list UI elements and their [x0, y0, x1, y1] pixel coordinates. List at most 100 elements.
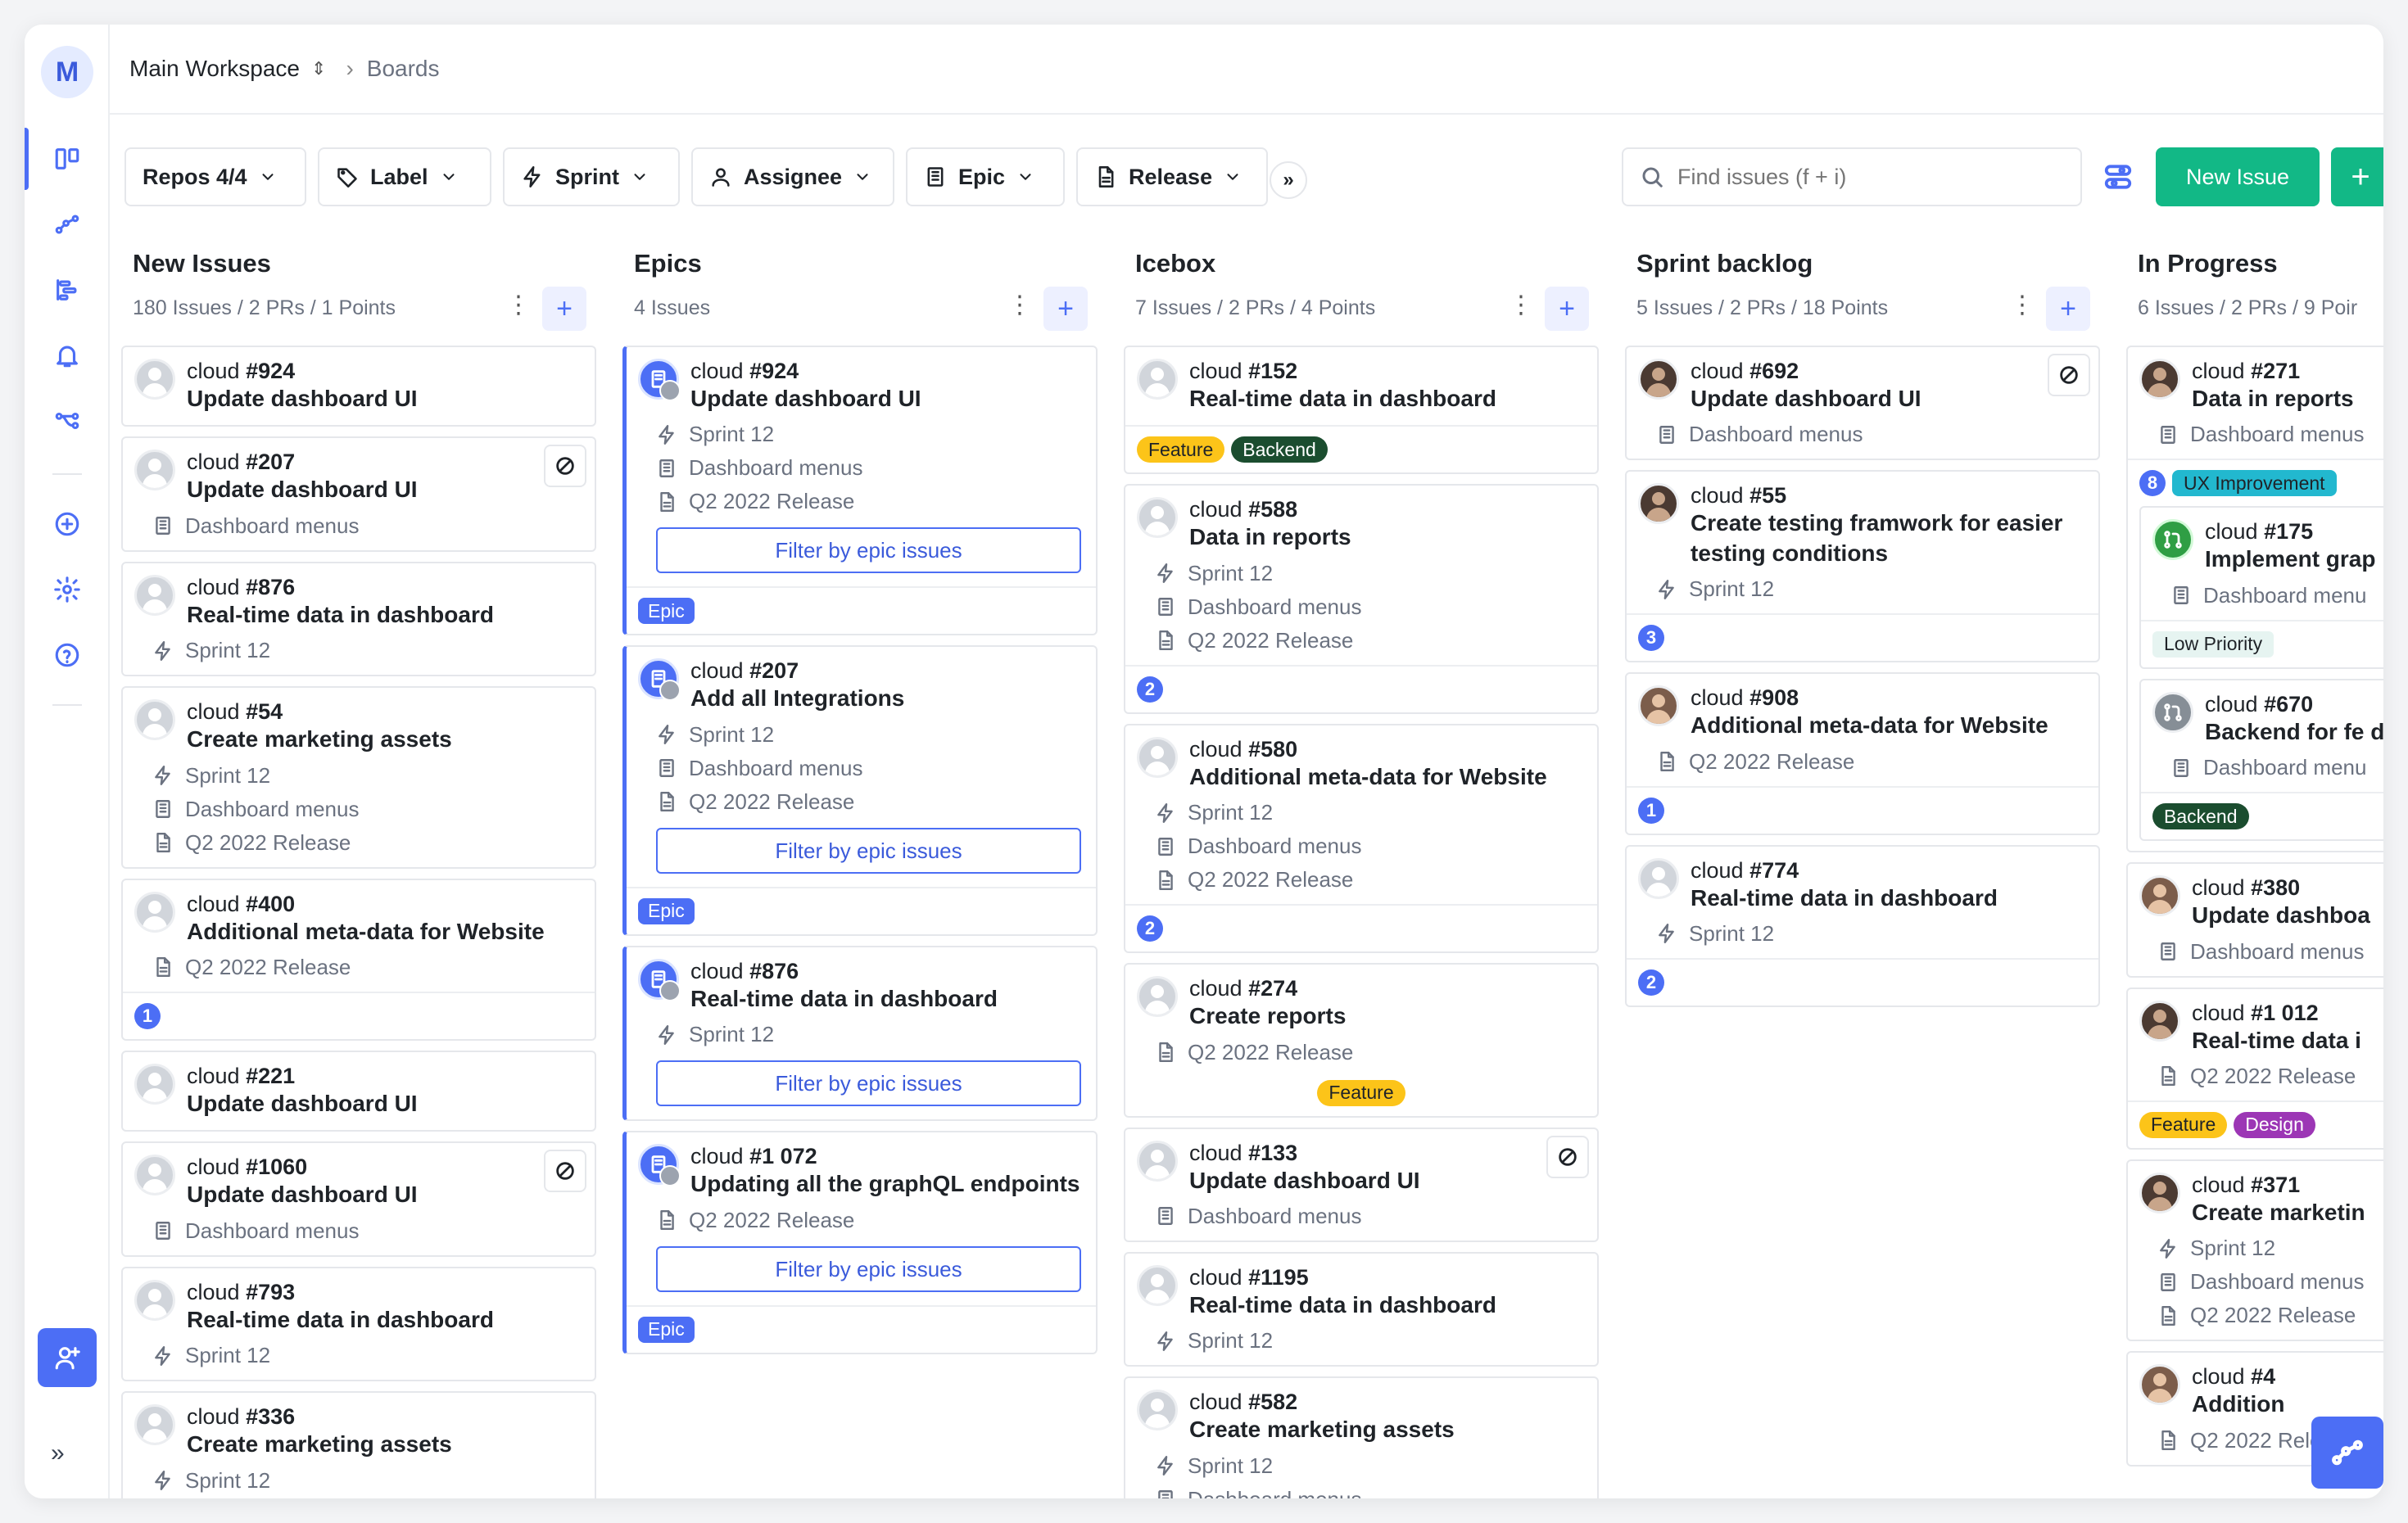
sub-issue-count-badge[interactable]: 1 — [1638, 797, 1664, 824]
card-sprint[interactable]: Sprint 12 — [656, 722, 1081, 748]
card-id[interactable]: cloud #908 — [1691, 685, 2084, 711]
card-id[interactable]: cloud #670 — [2205, 692, 2383, 717]
issue-card[interactable]: cloud #380 Update dashboa Dashboard menus — [2126, 862, 2383, 978]
issue-card[interactable]: cloud #133 Update dashboard UI Dashboard m… — [1124, 1127, 1599, 1242]
sub-issue-count-badge[interactable]: 2 — [1137, 676, 1163, 703]
card-epic[interactable]: Dashboard menus — [1155, 834, 1582, 859]
card-id[interactable]: cloud #1 072 — [690, 1144, 1081, 1169]
card-epic[interactable]: Dashboard menus — [2157, 422, 2383, 447]
sprint-filter-button[interactable]: Sprint — [503, 147, 680, 206]
search-box[interactable] — [1622, 147, 2082, 206]
card-id[interactable]: cloud #274 — [1189, 976, 1582, 1001]
repos-filter-button[interactable]: Repos 4/4 — [124, 147, 306, 206]
issue-card[interactable]: cloud #1060 Update dashboard UI Dashboard … — [121, 1141, 596, 1257]
card-epic[interactable]: Dashboard menus — [152, 513, 580, 539]
label-tag[interactable]: Design — [2234, 1111, 2315, 1138]
card-release[interactable]: Q2 2022 Release — [2157, 1303, 2383, 1328]
sub-issue-count-badge[interactable]: 8 — [2139, 470, 2166, 497]
workspace-switch-icon[interactable]: ⇕ — [311, 58, 326, 79]
gear-icon[interactable] — [43, 565, 92, 614]
add-circle-icon[interactable] — [43, 499, 92, 549]
label-tag[interactable]: Low Priority — [2152, 630, 2274, 658]
card-id[interactable]: cloud #692 — [1691, 359, 2084, 384]
card-id[interactable]: cloud #774 — [1691, 858, 2084, 884]
view-settings-icon[interactable] — [2097, 156, 2139, 198]
card-sprint[interactable]: Sprint 12 — [1656, 921, 2084, 947]
card-release[interactable]: Q2 2022 Release — [1155, 867, 1582, 893]
sub-issue-count-badge[interactable]: 3 — [1638, 625, 1664, 652]
nested-issue-card[interactable]: cloud #670Backend for fe data Dashboard m… — [2139, 678, 2383, 842]
more-filters-button[interactable]: » — [1270, 161, 1307, 199]
card-sprint[interactable]: Sprint 12 — [656, 1022, 1081, 1047]
card-id[interactable]: cloud #336 — [187, 1404, 580, 1430]
column-add-button[interactable]: + — [1043, 287, 1088, 331]
label-tag[interactable]: Feature — [1317, 1079, 1405, 1106]
card-id[interactable]: cloud #207 — [690, 658, 1081, 684]
sub-issue-count-badge[interactable]: 1 — [134, 1002, 161, 1029]
column-add-button[interactable]: + — [2046, 287, 2090, 331]
card-release[interactable]: Q2 2022 Release — [1656, 749, 2084, 775]
card-sprint[interactable]: Sprint 12 — [2157, 1236, 2383, 1261]
card-id[interactable]: cloud #876 — [690, 959, 1081, 984]
card-release[interactable]: Q2 2022 Release — [656, 1208, 1081, 1233]
card-id[interactable]: cloud #133 — [1189, 1141, 1582, 1166]
card-epic[interactable]: Dashboard menus — [2157, 1269, 2383, 1295]
card-id[interactable]: cloud #4 — [2192, 1364, 2383, 1390]
filter-by-epic-button[interactable]: Filter by epic issues — [656, 527, 1081, 574]
label-tag[interactable]: Backend — [1231, 436, 1328, 463]
column-add-button[interactable]: + — [542, 287, 586, 331]
card-id[interactable]: cloud #1 012 — [2192, 1001, 2383, 1026]
label-filter-button[interactable]: Label — [318, 147, 491, 206]
workflow-icon[interactable] — [43, 396, 92, 445]
card-sprint[interactable]: Sprint 12 — [656, 422, 1081, 447]
column-menu-icon[interactable]: ⋮ — [506, 293, 531, 318]
column-menu-icon[interactable]: ⋮ — [1007, 293, 1032, 318]
issue-card[interactable]: cloud #207 Update dashboard UI Dashboard m… — [121, 436, 596, 552]
gantt-icon[interactable] — [43, 265, 92, 314]
issue-card[interactable]: cloud #336 Create marketing assets Sprint … — [121, 1391, 596, 1498]
card-release[interactable]: Q2 2022 Release — [656, 489, 1081, 514]
card-id[interactable]: cloud #588 — [1189, 497, 1582, 522]
issue-card[interactable]: cloud #692 Update dashboard UI Dashboard m… — [1625, 346, 2100, 461]
release-filter-button[interactable]: Release — [1076, 147, 1268, 206]
card-id[interactable]: cloud #1195 — [1189, 1265, 1582, 1290]
filter-by-epic-button[interactable]: Filter by epic issues — [656, 1245, 1081, 1292]
card-epic[interactable]: Dashboard menus — [1155, 594, 1582, 620]
column-menu-icon[interactable]: ⋮ — [2010, 293, 2035, 318]
issue-card[interactable]: cloud #371 Create marketin Sprint 12 Dashbo… — [2126, 1159, 2383, 1342]
sub-issue-count-badge[interactable]: 2 — [1137, 915, 1163, 942]
issue-card[interactable]: cloud #908 Additional meta-data for Websi… — [1625, 672, 2100, 835]
issue-card[interactable]: cloud #400 Additional meta-data for Websi… — [121, 878, 596, 1041]
search-input[interactable] — [1677, 164, 2054, 190]
card-release[interactable]: Q2 2022 Release — [152, 955, 580, 980]
card-epic[interactable]: Dashboard menus — [656, 756, 1081, 781]
card-id[interactable]: cloud #207 — [187, 450, 580, 475]
board-icon[interactable] — [43, 134, 92, 183]
label-tag[interactable]: Feature — [2139, 1111, 2228, 1138]
issue-card[interactable]: cloud #54 Create marketing assets Sprint 1… — [121, 686, 596, 869]
filter-by-epic-button[interactable]: Filter by epic issues — [656, 827, 1081, 874]
card-id[interactable]: cloud #924 — [187, 359, 580, 384]
breadcrumb-workspace[interactable]: Main Workspace — [129, 56, 300, 82]
label-tag[interactable]: Feature — [1137, 436, 1225, 463]
card-sprint[interactable]: Sprint 12 — [152, 1343, 580, 1368]
breadcrumb-boards[interactable]: Boards — [367, 56, 440, 82]
workspace-logo[interactable]: M — [41, 46, 93, 98]
card-id[interactable]: cloud #793 — [187, 1280, 580, 1305]
card-epic[interactable]: Dashboard menu — [2170, 583, 2383, 608]
card-epic[interactable]: Dashboard menus — [1656, 422, 2084, 447]
nested-issue-card[interactable]: cloud #175 Implement grap Dashboard menu Lo… — [2139, 506, 2383, 669]
card-id[interactable]: cloud #271 — [2192, 359, 2383, 384]
issue-card[interactable]: cloud #152 Real-time data in dashboard Fea… — [1124, 346, 1599, 475]
card-epic[interactable]: Dashboard menus — [2157, 939, 2383, 965]
card-id[interactable]: cloud #1060 — [187, 1155, 580, 1180]
card-epic[interactable]: Dashboard menus — [1155, 1487, 1582, 1498]
issue-card[interactable]: cloud #1 072 Updating all the graphQL end… — [622, 1131, 1098, 1354]
label-tag[interactable]: UX Improvement — [2172, 470, 2337, 497]
card-sprint[interactable]: Sprint 12 — [1155, 561, 1582, 586]
roadmap-icon[interactable] — [43, 200, 92, 249]
card-sprint[interactable]: Sprint 12 — [152, 763, 580, 789]
filter-by-epic-button[interactable]: Filter by epic issues — [656, 1060, 1081, 1107]
sub-issue-count-badge[interactable]: 2 — [1638, 969, 1664, 996]
label-tag[interactable]: Epic — [638, 897, 695, 924]
